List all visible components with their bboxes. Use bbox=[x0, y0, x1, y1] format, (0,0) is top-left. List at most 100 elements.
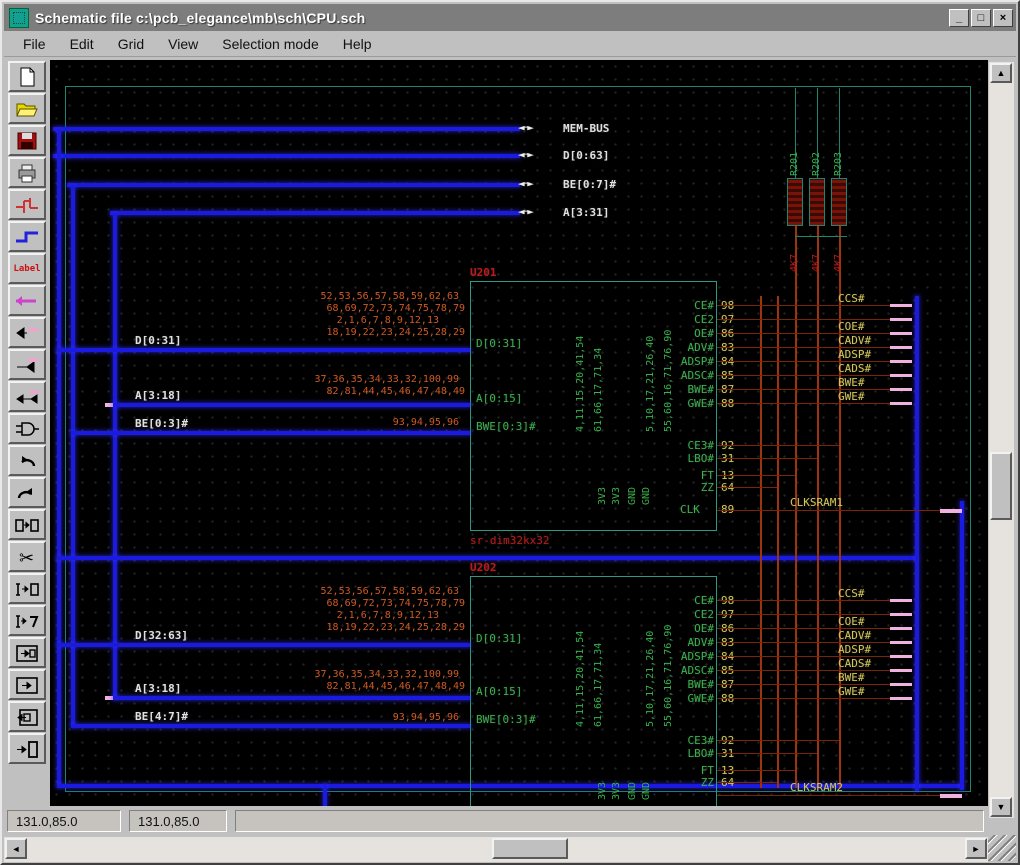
wire-line bbox=[57, 556, 917, 560]
app-icon bbox=[9, 8, 29, 28]
menu-item-selection-mode[interactable]: Selection mode bbox=[213, 34, 328, 54]
undo-button[interactable] bbox=[8, 445, 46, 476]
pin-number-cluster: 37,36,35,34,33,32,100,9982,81,44,45,46,4… bbox=[305, 374, 465, 398]
wire-extend-both-icon bbox=[13, 385, 41, 409]
net-label: GWE# bbox=[838, 685, 865, 698]
bus-net-label: A[3:18] bbox=[135, 389, 181, 402]
menu-item-grid[interactable]: Grid bbox=[109, 34, 153, 54]
scroll-down-button[interactable]: ▼ bbox=[990, 797, 1012, 817]
wire-end-marker bbox=[890, 683, 912, 686]
clk-net-label: CLKSRAM1 bbox=[790, 496, 843, 509]
print-button[interactable] bbox=[8, 157, 46, 188]
wire-end-marker bbox=[890, 388, 912, 391]
cut-button[interactable]: ✂ bbox=[8, 541, 46, 572]
wire-line bbox=[717, 782, 777, 783]
menu-item-help[interactable]: Help bbox=[334, 34, 381, 54]
minimize-button[interactable]: _ bbox=[949, 9, 969, 27]
wire-line bbox=[323, 784, 327, 806]
wire-line bbox=[717, 361, 912, 362]
wire-end-marker bbox=[890, 402, 912, 405]
wire-extend-left-button[interactable] bbox=[8, 317, 46, 348]
wire-extend-right-button[interactable] bbox=[8, 349, 46, 380]
add-bus-button[interactable] bbox=[8, 221, 46, 252]
move-block-button[interactable] bbox=[8, 573, 46, 604]
power-pin-label: 3V3 bbox=[611, 453, 622, 505]
wire-end-marker bbox=[890, 613, 912, 616]
wire-end-marker bbox=[890, 655, 912, 658]
pin-name: CLK bbox=[680, 503, 700, 516]
pan-view-button[interactable] bbox=[8, 669, 46, 700]
hscroll-thumb[interactable] bbox=[492, 838, 568, 859]
save-file-icon bbox=[13, 129, 41, 153]
wire-line bbox=[960, 501, 964, 790]
pin-number-line: 68,69,72,73,74,75,78,79 bbox=[250, 303, 465, 315]
pin-name: ADV# bbox=[662, 341, 714, 354]
wire-extend-both-button[interactable] bbox=[8, 381, 46, 412]
wire-line bbox=[717, 614, 912, 615]
close-button[interactable]: × bbox=[993, 9, 1013, 27]
pin-name: D[0:31] bbox=[476, 632, 522, 645]
clk-net-label: CLKSRAM2 bbox=[790, 781, 843, 794]
pin-name: OE# bbox=[662, 327, 714, 340]
zoom-out-button[interactable] bbox=[8, 701, 46, 732]
bus-arrow-symbol: ◄─► bbox=[518, 177, 532, 190]
vscroll-thumb[interactable] bbox=[990, 452, 1012, 520]
bus-arrow-symbol: ◄─► bbox=[518, 121, 532, 134]
scroll-left-button[interactable]: ◄ bbox=[5, 838, 27, 859]
menu-item-edit[interactable]: Edit bbox=[61, 34, 103, 54]
view-full-icon bbox=[13, 737, 41, 761]
pin-number-line: 82,81,44,45,46,47,48,49 bbox=[305, 681, 465, 693]
menu-item-view[interactable]: View bbox=[159, 34, 207, 54]
scroll-up-button[interactable]: ▲ bbox=[990, 63, 1012, 83]
net-label: COE# bbox=[838, 320, 865, 333]
wire-line bbox=[717, 656, 912, 657]
menu-item-file[interactable]: File bbox=[14, 34, 55, 54]
power-pin-label: GND bbox=[627, 748, 638, 800]
wire-line bbox=[53, 154, 520, 158]
svg-text:✂: ✂ bbox=[19, 548, 34, 568]
zoom-out-icon bbox=[13, 705, 41, 729]
net-label: CADV# bbox=[838, 629, 871, 642]
pin-number-line: 18,19,22,23,24,25,28,29 bbox=[250, 622, 465, 634]
import-block-button[interactable] bbox=[8, 605, 46, 636]
redo-button[interactable] bbox=[8, 477, 46, 508]
view-full-button[interactable] bbox=[8, 733, 46, 764]
component-ref: U202 bbox=[470, 561, 497, 574]
inner-pin-column: 5,10,17,21,26,40 bbox=[645, 592, 656, 727]
wire-line bbox=[717, 487, 777, 488]
pin-number-line: 18,19,22,23,24,25,28,29 bbox=[250, 327, 465, 339]
add-label-button[interactable]: Label bbox=[8, 253, 46, 284]
open-file-button[interactable] bbox=[8, 93, 46, 124]
pin-name: BWE[0:3]# bbox=[476, 420, 536, 433]
pin-number-line: 82,81,44,45,46,47,48,49 bbox=[305, 386, 465, 398]
copy-block-button[interactable] bbox=[8, 509, 46, 540]
schematic-canvas[interactable]: ◄─►MEM-BUS◄─►D[0:63]◄─►BE[0:7]#◄─►A[3:31… bbox=[50, 60, 988, 806]
scroll-right-button[interactable]: ► bbox=[965, 838, 987, 859]
inner-pin-column: 5,10,17,21,26,40 bbox=[645, 297, 656, 432]
zoom-area-button[interactable] bbox=[8, 637, 46, 668]
wire-line bbox=[717, 389, 912, 390]
pin-name: LBO# bbox=[656, 747, 714, 760]
wire-end-marker bbox=[940, 794, 962, 798]
add-wire-label-button[interactable] bbox=[8, 285, 46, 316]
wire-line bbox=[57, 643, 470, 647]
wire-line bbox=[717, 642, 912, 643]
undo-icon bbox=[13, 449, 41, 473]
save-file-button[interactable] bbox=[8, 125, 46, 156]
status-coordinates-1: 131.0,85.0 bbox=[7, 810, 121, 832]
maximize-button[interactable]: □ bbox=[971, 9, 991, 27]
horizontal-scrollbar[interactable]: ◄ ► bbox=[4, 837, 988, 862]
resistor-ref: R202 bbox=[811, 130, 822, 176]
vertical-scrollbar[interactable]: ▲ ▼ bbox=[989, 62, 1014, 818]
pin-number-line: 52,53,56,57,58,59,62,63 bbox=[250, 291, 465, 303]
wire-line bbox=[915, 296, 919, 791]
new-file-icon bbox=[13, 65, 41, 89]
net-label: ADSP# bbox=[838, 348, 871, 361]
add-wire-button[interactable] bbox=[8, 189, 46, 220]
resistor-ref: R201 bbox=[789, 130, 800, 176]
resize-grip[interactable] bbox=[988, 835, 1016, 861]
add-gate-button[interactable] bbox=[8, 413, 46, 444]
add-gate-icon bbox=[13, 417, 41, 441]
new-file-button[interactable] bbox=[8, 61, 46, 92]
print-icon bbox=[13, 161, 41, 185]
